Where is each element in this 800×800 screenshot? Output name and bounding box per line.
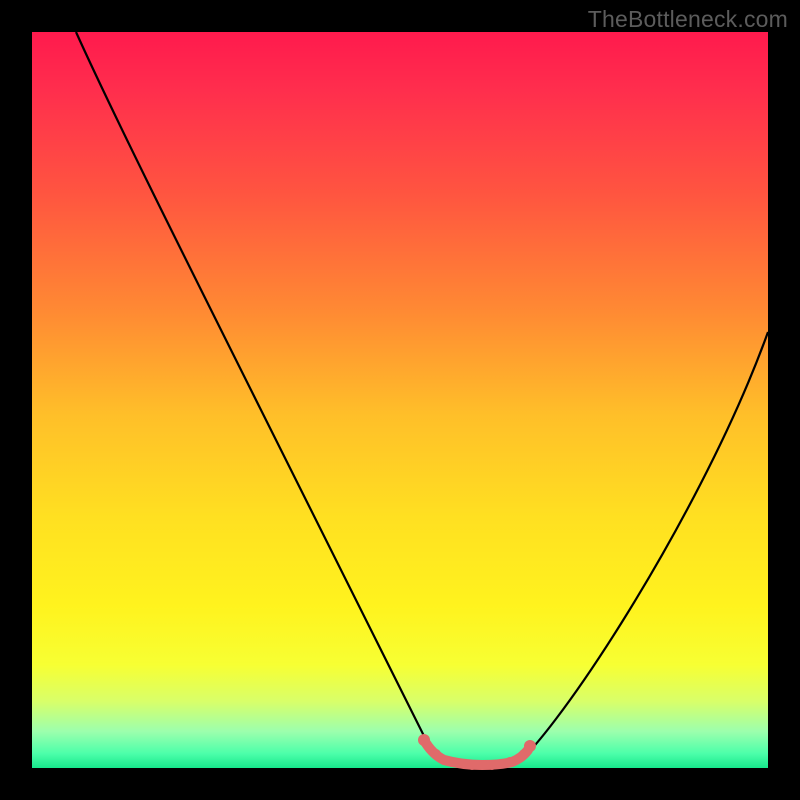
compat-dot: [418, 734, 430, 746]
left-branch-line: [76, 32, 446, 762]
compat-dot: [505, 757, 515, 767]
bottleneck-chart: TheBottleneck.com: [0, 0, 800, 800]
compat-dot: [487, 760, 497, 770]
chart-curves: [32, 32, 768, 768]
compat-dot: [431, 749, 441, 759]
attribution-text: TheBottleneck.com: [588, 6, 788, 33]
compat-dot: [467, 760, 477, 770]
compat-dot: [447, 757, 457, 767]
compat-dot: [524, 740, 536, 752]
right-branch-line: [518, 332, 768, 762]
